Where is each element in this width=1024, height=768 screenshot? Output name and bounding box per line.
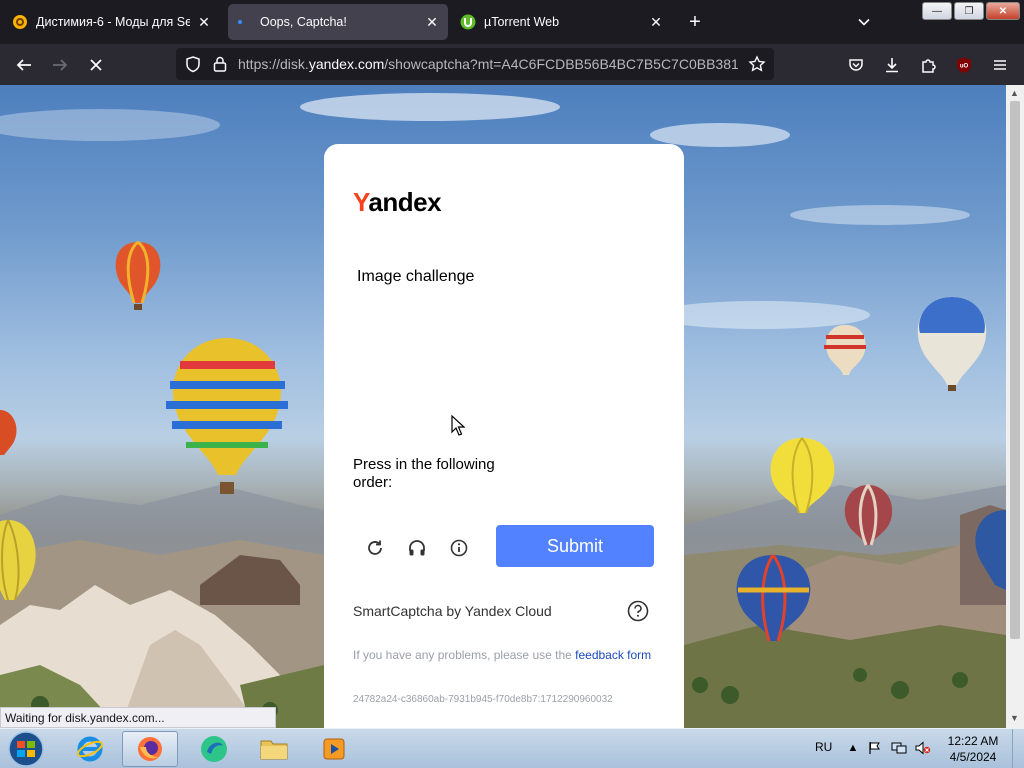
tab-utorrent[interactable]: µTorrent Web ✕ (452, 4, 672, 40)
language-indicator[interactable]: RU (815, 740, 832, 754)
list-all-tabs-chevron-icon[interactable] (852, 10, 876, 34)
submit-button[interactable]: Submit (496, 525, 654, 567)
utorrent-icon (460, 14, 476, 30)
yandex-logo-rest: andex (368, 187, 442, 217)
svg-text:uO: uO (960, 64, 969, 70)
clock-time: 12:22 AM (947, 734, 999, 748)
smartcaptcha-brand: SmartCaptcha by Yandex Cloud (353, 603, 552, 619)
menu-hamburger-icon[interactable] (987, 52, 1013, 78)
problems-text: If you have any problems, please use the (353, 648, 576, 662)
help-question-icon[interactable] (627, 600, 649, 622)
scroll-up-arrow-icon[interactable]: ▲ (1010, 88, 1019, 98)
tab-strip: Дистимия-6 - Моды для Serious Sam ✕ Oops… (0, 0, 1024, 44)
firefox-taskbar-icon[interactable] (122, 731, 178, 767)
yandex-logo: Yandex (353, 187, 442, 218)
address-bar[interactable]: https://disk.yandex.com/showcaptcha?mt=A… (176, 48, 774, 80)
back-icon[interactable] (11, 52, 37, 78)
minimize-button[interactable]: — (922, 2, 952, 20)
bookmark-star-icon[interactable] (748, 55, 766, 78)
refresh-icon[interactable] (362, 535, 388, 561)
tab-captcha[interactable]: Oops, Captcha! ✕ (228, 4, 448, 40)
mouse-cursor-icon (451, 415, 465, 436)
serious-sam-icon (12, 14, 28, 30)
app-taskbar-icon[interactable] (186, 731, 242, 767)
tab-title: Дистимия-6 - Моды для Serious Sam (36, 15, 190, 29)
show-hidden-icons-icon[interactable]: ▲ (845, 740, 861, 756)
lock-icon[interactable] (212, 55, 228, 78)
show-desktop-button[interactable] (1012, 729, 1024, 768)
tracking-shield-icon[interactable] (184, 55, 202, 78)
url-host: yandex.com (308, 56, 385, 72)
system-clock[interactable]: 12:22 AM 4/5/2024 (942, 733, 1004, 765)
loading-dot-icon (236, 14, 252, 30)
tab-close-icon[interactable]: ✕ (648, 14, 664, 30)
file-explorer-taskbar-icon[interactable] (246, 731, 302, 767)
tab-title: Oops, Captcha! (260, 15, 347, 29)
tab-serious-sam[interactable]: Дистимия-6 - Моды для Serious Sam ✕ (4, 4, 220, 40)
media-player-taskbar-icon[interactable] (306, 731, 362, 767)
url-text[interactable]: https://disk.yandex.com/showcaptcha?mt=A… (238, 56, 738, 72)
problems-note: If you have any problems, please use the… (353, 647, 653, 663)
network-icon[interactable] (891, 740, 907, 756)
challenge-title: Image challenge (357, 268, 475, 285)
screen: Дистимия-6 - Моды для Serious Sam ✕ Oops… (0, 0, 1024, 768)
ublock-origin-icon[interactable]: uO (951, 52, 977, 78)
window-controls: — ❐ ✕ (922, 2, 1020, 20)
info-icon[interactable] (446, 535, 472, 561)
scrollbar-thumb[interactable] (1010, 101, 1020, 639)
captcha-token: 24782a24-c36860ab-7931b945-f70de8b7:1712… (353, 694, 613, 705)
maximize-button[interactable]: ❐ (954, 2, 984, 20)
forward-icon[interactable] (47, 52, 73, 78)
action-center-flag-icon[interactable] (867, 740, 883, 756)
balloon (115, 240, 161, 310)
volume-muted-icon[interactable] (915, 740, 931, 756)
close-window-button[interactable]: ✕ (986, 2, 1020, 20)
tab-close-icon[interactable]: ✕ (424, 14, 440, 30)
tab-close-icon[interactable]: ✕ (196, 14, 212, 30)
downloads-icon[interactable] (879, 52, 905, 78)
status-bar: Waiting for disk.yandex.com... (0, 707, 276, 728)
stop-loading-icon[interactable] (83, 52, 109, 78)
navigation-toolbar: https://disk.yandex.com/showcaptcha?mt=A… (0, 44, 1024, 85)
pocket-icon[interactable] (843, 52, 869, 78)
clock-date: 4/5/2024 (949, 750, 997, 764)
start-button[interactable] (4, 730, 48, 768)
url-path: /showcaptcha?mt=A4C6FCDBB56B4BC7B5C7C0BB… (384, 56, 738, 72)
internet-explorer-taskbar-icon[interactable] (62, 731, 118, 767)
page-viewport: Yandex Image challenge Press in the foll… (0, 85, 1006, 728)
scroll-down-arrow-icon[interactable]: ▼ (1010, 713, 1019, 723)
extensions-icon[interactable] (915, 52, 941, 78)
tab-title: µTorrent Web (484, 15, 560, 29)
feedback-form-link[interactable]: feedback form (575, 648, 651, 662)
captcha-card: Yandex Image challenge Press in the foll… (324, 144, 684, 728)
audio-challenge-headphones-icon[interactable] (404, 535, 430, 561)
url-prefix: https://disk. (238, 56, 309, 72)
captcha-instruction: Press in the following order: (353, 456, 495, 491)
page-scrollbar[interactable]: ▲ ▼ (1006, 85, 1024, 728)
yandex-logo-letter: Y (353, 187, 369, 217)
taskbar: RU ▲ 12:22 AM 4/5/2024 (0, 728, 1024, 768)
new-tab-button[interactable]: + (683, 10, 707, 34)
